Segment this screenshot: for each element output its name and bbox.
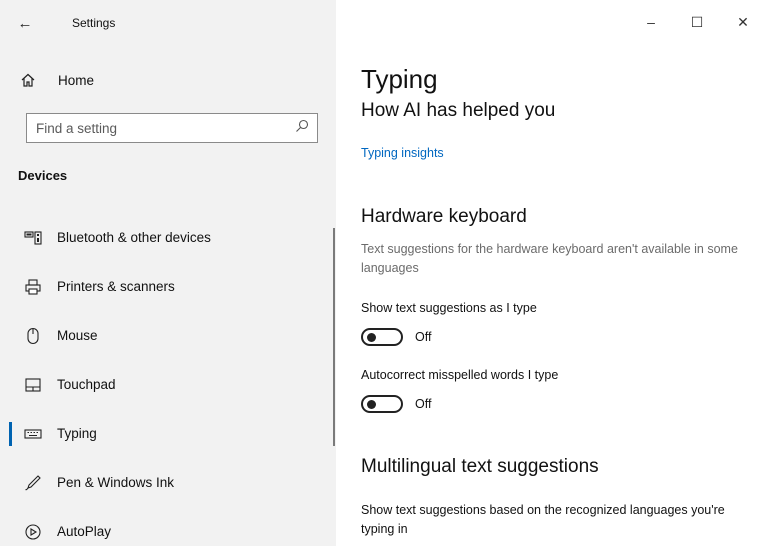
search-placeholder: Find a setting [36, 120, 118, 136]
home-icon [18, 70, 38, 90]
search-icon[interactable] [295, 119, 309, 138]
sidebar-item-label: Pen & Windows Ink [57, 475, 175, 490]
sidebar-scrollbar[interactable] [333, 228, 335, 446]
toggle-switch[interactable] [361, 328, 403, 346]
toggle-switch[interactable] [361, 395, 403, 413]
sidebar-item-mouse[interactable]: Mouse [0, 311, 336, 360]
page-title: Typing [361, 64, 438, 94]
sidebar-nav: Bluetooth & other devices Printers & sca… [0, 213, 336, 556]
toggle-state-label: Off [415, 397, 432, 411]
sidebar-item-typing[interactable]: Typing [0, 409, 336, 458]
mouse-icon [22, 325, 44, 347]
search-input[interactable]: Find a setting [26, 113, 318, 143]
show-suggestions-toggle[interactable]: Off [361, 328, 431, 346]
sidebar-item-printers[interactable]: Printers & scanners [0, 262, 336, 311]
sidebar-item-label: Touchpad [57, 377, 116, 392]
sidebar-item-autoplay[interactable]: AutoPlay [0, 507, 336, 556]
ai-section-title: How AI has helped you [361, 100, 556, 121]
pen-icon [22, 472, 44, 494]
sidebar-item-pen[interactable]: Pen & Windows Ink [0, 458, 336, 507]
toggle-state-label: Off [415, 330, 432, 344]
close-button[interactable]: ✕ [720, 8, 766, 36]
show-suggestions-label: Show text suggestions as I type [361, 301, 537, 315]
maximize-button[interactable]: ☐ [674, 8, 720, 36]
sidebar-item-bluetooth[interactable]: Bluetooth & other devices [0, 213, 336, 262]
keyboard-icon [22, 423, 44, 445]
sidebar-item-touchpad[interactable]: Touchpad [0, 360, 336, 409]
hardware-keyboard-description: Text suggestions for the hardware keyboa… [361, 242, 738, 275]
app-title: Settings [72, 16, 116, 30]
multilingual-title: Multilingual text suggestions [361, 456, 599, 477]
touchpad-icon [22, 374, 44, 396]
toggle-knob [367, 333, 376, 342]
sidebar-item-label: Printers & scanners [57, 279, 175, 294]
sidebar-item-label: Mouse [57, 328, 98, 343]
sidebar: ← Settings Home Find a setting Devices B… [0, 0, 336, 546]
autocorrect-toggle[interactable]: Off [361, 395, 431, 413]
typing-insights-link[interactable]: Typing insights [361, 146, 444, 160]
minimize-button[interactable]: – [628, 8, 674, 36]
autoplay-icon [22, 521, 44, 543]
autocorrect-label: Autocorrect misspelled words I type [361, 368, 559, 382]
sidebar-item-label: Bluetooth & other devices [57, 230, 211, 245]
multilingual-description: Show text suggestions based on the recog… [361, 503, 725, 536]
sidebar-item-label: Typing [57, 426, 97, 441]
hardware-keyboard-title: Hardware keyboard [361, 206, 527, 227]
home-label: Home [58, 72, 95, 88]
bluetooth-devices-icon [22, 227, 44, 249]
sidebar-item-label: AutoPlay [57, 524, 112, 539]
home-nav-item[interactable]: Home [18, 66, 318, 94]
window-controls: – ☐ ✕ [628, 8, 766, 36]
back-arrow-icon[interactable]: ← [14, 12, 36, 34]
section-header: Devices [18, 168, 68, 183]
selected-indicator [9, 422, 12, 446]
printer-icon [22, 276, 44, 298]
toggle-knob [367, 400, 376, 409]
